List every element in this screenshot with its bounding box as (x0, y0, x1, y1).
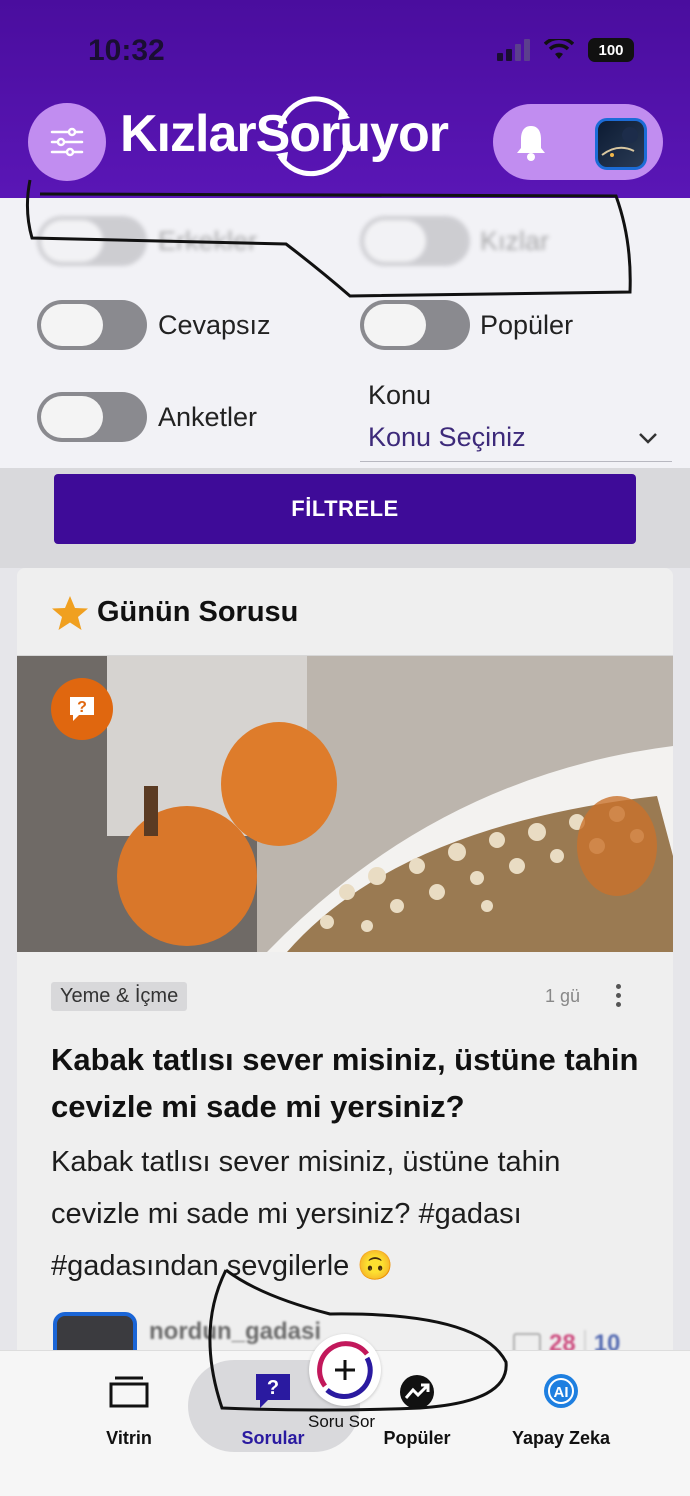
time-ago: 1 gü (545, 986, 581, 1006)
nav-label-populer: Popüler (383, 1428, 451, 1448)
more-options-icon[interactable] (613, 984, 623, 1010)
dessert-photo (17, 656, 673, 952)
question-icon: ? (256, 1374, 290, 1408)
app-header: 10:32 100 KızlarSoruyor (0, 0, 690, 198)
konu-select-value: Konu Seçiniz (368, 422, 526, 452)
filter-button[interactable]: FİLTRELE (54, 474, 636, 544)
konu-select[interactable]: Konu Seçiniz (360, 418, 672, 462)
toggle-cevapsiz[interactable] (37, 300, 147, 350)
section-title: Günün Sorusu (97, 596, 299, 628)
question-bubble-icon: ? (70, 697, 94, 721)
toggle-label-erkekler: Erkekler (158, 226, 258, 256)
avatar-image (601, 127, 638, 157)
nav-vitrin[interactable]: Vitrin (70, 1360, 188, 1460)
nav-populer[interactable]: Popüler (372, 1360, 462, 1460)
nav-yapay-zeka[interactable]: AI Yapay Zeka (500, 1360, 622, 1460)
question-title[interactable]: Kabak tatlısı sever misiniz, üstüne tahi… (51, 1036, 641, 1130)
toggle-anketler[interactable] (37, 392, 147, 442)
nav-label-yapay-zeka: Yapay Zeka (511, 1428, 611, 1448)
status-time: 10:32 (88, 34, 165, 67)
toggle-label-kizlar: Kızlar (480, 226, 550, 256)
status-bar: 10:32 100 (0, 34, 690, 70)
svg-text:?: ? (77, 699, 87, 716)
svg-text:?: ? (267, 1377, 279, 1399)
chevron-down-icon (639, 433, 657, 444)
question-badge: ? (51, 678, 113, 740)
star-icon (52, 596, 88, 630)
app-logo[interactable]: KızlarSoruyor (120, 104, 449, 164)
ask-plus-icon (317, 1341, 373, 1399)
toggle-label-cevapsiz: Cevapsız (158, 310, 271, 340)
showcase-icon (109, 1376, 149, 1408)
sliders-icon (50, 127, 84, 157)
toggle-kizlar[interactable] (360, 216, 470, 266)
bell-icon[interactable] (513, 122, 549, 162)
nav-label-soru-sor[interactable]: Soru Sor (308, 1412, 375, 1432)
question-image[interactable] (17, 656, 673, 952)
user-avatar[interactable] (595, 118, 647, 170)
header-actions (493, 104, 663, 180)
toggle-label-populer: Popüler (480, 310, 574, 340)
toggle-erkekler[interactable] (37, 216, 147, 266)
wifi-icon (544, 39, 574, 59)
trending-icon (400, 1375, 434, 1409)
konu-label: Konu (368, 380, 432, 410)
svg-text:AI: AI (554, 1384, 569, 1401)
author-name[interactable]: nordun_gadasi (149, 1318, 321, 1346)
toggle-label-anketler: Anketler (158, 402, 258, 432)
question-card[interactable]: Günün Sorusu ? Yeme & İçme 1 gü Kabak ta… (17, 568, 673, 1368)
ask-question-button[interactable] (309, 1334, 381, 1406)
toggle-populer[interactable] (360, 300, 470, 350)
ai-icon: AI (544, 1374, 578, 1408)
category-tag[interactable]: Yeme & İçme (51, 982, 188, 1011)
signal-icon (497, 39, 530, 61)
card-header: Günün Sorusu (17, 568, 673, 656)
filter-menu-button[interactable] (28, 103, 106, 181)
battery-icon: 100 (588, 38, 634, 62)
question-body: Kabak tatlısı sever misiniz, üstüne tahi… (51, 1146, 561, 1282)
nav-label-vitrin: Vitrin (106, 1428, 152, 1448)
